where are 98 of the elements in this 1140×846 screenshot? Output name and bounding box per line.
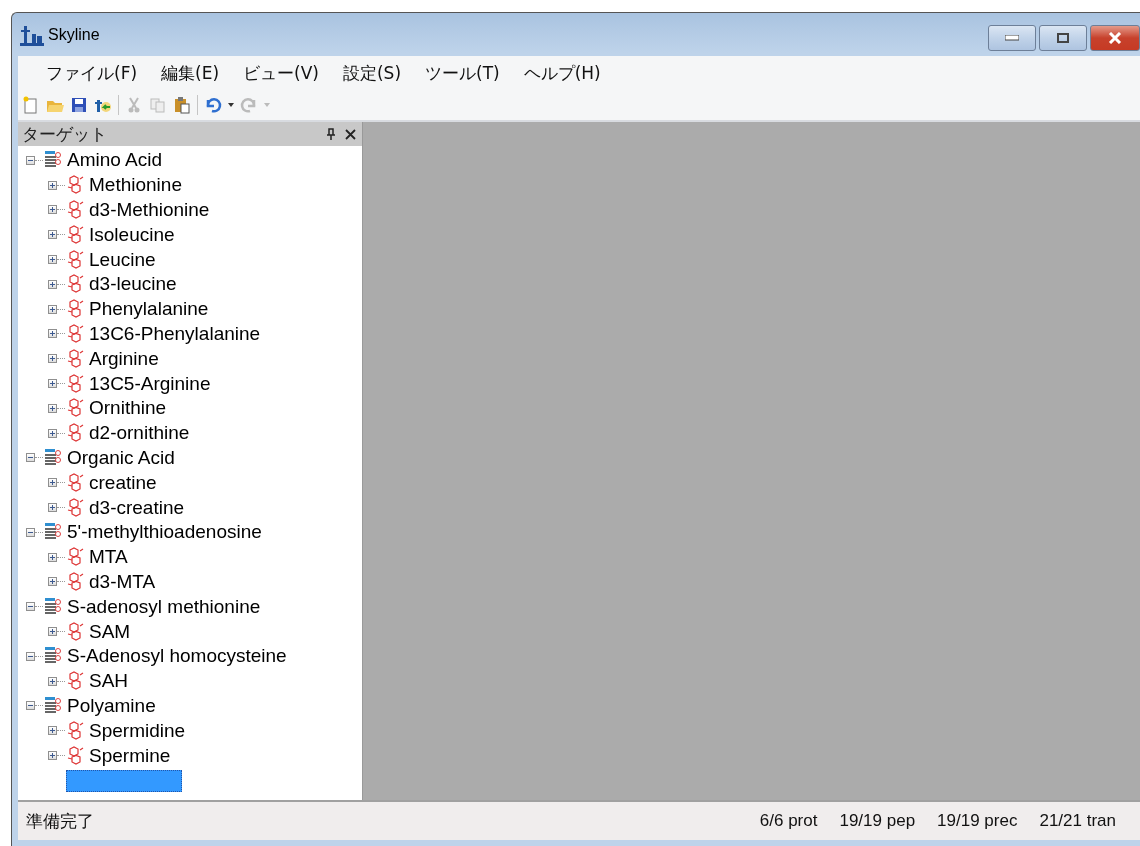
list-icon bbox=[43, 447, 63, 468]
close-icon[interactable] bbox=[345, 128, 356, 140]
expand-icon[interactable] bbox=[48, 279, 57, 289]
pane-title: ターゲット bbox=[22, 122, 107, 146]
tree-item[interactable]: S-Adenosyl homocysteine bbox=[18, 643, 362, 669]
menu-item[interactable]: 編集(E) bbox=[149, 61, 232, 85]
menu-item[interactable]: ツール(T) bbox=[413, 61, 512, 85]
close-icon bbox=[1108, 32, 1122, 44]
molecule-icon bbox=[65, 720, 85, 741]
tree-item[interactable]: MTA bbox=[18, 544, 362, 570]
collapse-icon[interactable] bbox=[26, 651, 35, 661]
expand-icon[interactable] bbox=[48, 751, 57, 760]
molecule-icon bbox=[65, 423, 85, 444]
tree-item[interactable]: Polyamine bbox=[18, 693, 362, 719]
molecule-icon bbox=[65, 472, 85, 493]
tree-item[interactable]: Spermidine bbox=[18, 718, 362, 744]
expand-icon[interactable] bbox=[48, 255, 57, 265]
tree-item[interactable]: d2-ornithine bbox=[18, 420, 362, 446]
tree-item[interactable]: 13C6-Phenylalanine bbox=[18, 321, 362, 347]
molecule-icon bbox=[65, 348, 85, 369]
molecule-icon bbox=[65, 398, 85, 419]
menu-item[interactable]: 設定(S) bbox=[330, 61, 414, 85]
tree-item[interactable]: SAM bbox=[18, 619, 362, 644]
expand-icon[interactable] bbox=[48, 676, 57, 686]
expand-icon[interactable] bbox=[48, 304, 57, 314]
new-item-field[interactable] bbox=[66, 769, 182, 792]
expand-icon[interactable] bbox=[48, 230, 57, 240]
molecule-icon bbox=[65, 373, 85, 394]
list-icon bbox=[43, 596, 63, 617]
minimize-button[interactable] bbox=[988, 25, 1036, 51]
status-message: 準備完了 bbox=[26, 810, 94, 833]
collapse-icon[interactable] bbox=[26, 155, 35, 165]
molecule-icon bbox=[65, 200, 85, 220]
tree-item[interactable]: d3-leucine bbox=[18, 272, 362, 297]
menu-item[interactable]: ファイル(F) bbox=[34, 61, 150, 85]
tree-item[interactable]: Amino Acid bbox=[18, 148, 362, 173]
tree-item[interactable]: Arginine bbox=[18, 346, 362, 372]
undo-icon[interactable] bbox=[204, 96, 222, 114]
expand-icon[interactable] bbox=[48, 379, 57, 389]
status-count: 21/21 tran bbox=[1039, 811, 1116, 831]
tree-item[interactable]: creatine bbox=[18, 470, 362, 496]
dropdown-caret-icon[interactable] bbox=[228, 103, 234, 107]
expand-icon[interactable] bbox=[48, 627, 57, 637]
molecule-icon bbox=[65, 299, 85, 320]
tree-item[interactable]: d3-creatine bbox=[18, 495, 362, 520]
tree-item[interactable]: Ornithine bbox=[18, 395, 362, 421]
expand-icon[interactable] bbox=[48, 180, 57, 190]
collapse-icon[interactable] bbox=[26, 453, 35, 463]
collapse-icon[interactable] bbox=[26, 527, 35, 537]
expand-icon[interactable] bbox=[48, 205, 57, 215]
menu-item[interactable]: ビュー(V) bbox=[231, 61, 331, 85]
tree-item[interactable]: SAH bbox=[18, 668, 362, 694]
status-count: 19/19 prec bbox=[937, 811, 1018, 831]
molecule-icon bbox=[65, 274, 85, 295]
menu-item[interactable]: ヘルプ(H) bbox=[511, 61, 613, 85]
molecule-icon bbox=[65, 621, 85, 642]
pin-icon[interactable] bbox=[327, 128, 335, 140]
status-count: 19/19 pep bbox=[839, 811, 916, 831]
molecule-icon bbox=[65, 497, 85, 518]
expand-icon[interactable] bbox=[48, 726, 57, 736]
tree-item[interactable]: d3-MTA bbox=[18, 569, 362, 595]
molecule-icon bbox=[65, 323, 85, 344]
collapse-icon[interactable] bbox=[26, 701, 35, 711]
maximize-button[interactable] bbox=[1039, 25, 1087, 51]
molecule-icon bbox=[65, 547, 85, 568]
expand-icon[interactable] bbox=[48, 354, 57, 364]
paste-icon[interactable] bbox=[173, 96, 191, 114]
close-button[interactable] bbox=[1090, 25, 1140, 51]
molecule-icon bbox=[65, 224, 85, 245]
list-icon bbox=[43, 695, 63, 716]
molecule-icon bbox=[65, 671, 85, 692]
tree-item[interactable]: 13C5-Arginine bbox=[18, 371, 362, 396]
tree-item[interactable]: Leucine bbox=[18, 247, 362, 272]
molecule-icon bbox=[65, 745, 85, 766]
save-icon[interactable] bbox=[70, 96, 88, 114]
expand-icon[interactable] bbox=[48, 577, 57, 587]
expand-icon[interactable] bbox=[48, 503, 57, 513]
tree-item[interactable]: Organic Acid bbox=[18, 445, 362, 471]
collapse-icon[interactable] bbox=[26, 602, 35, 612]
tree-item[interactable]: Methionine bbox=[18, 172, 362, 198]
molecule-icon bbox=[65, 249, 85, 270]
window-title: Skyline bbox=[48, 25, 100, 44]
expand-icon[interactable] bbox=[48, 403, 57, 413]
expand-icon[interactable] bbox=[48, 428, 57, 438]
status-count: 6/6 prot bbox=[759, 811, 818, 831]
tree-item[interactable]: Spermine bbox=[18, 743, 362, 768]
maximize-icon bbox=[1057, 33, 1069, 43]
molecule-icon bbox=[65, 571, 85, 592]
tree-item[interactable]: Isoleucine bbox=[18, 222, 362, 248]
expand-icon[interactable] bbox=[48, 329, 57, 339]
tree-item[interactable]: S-adenosyl methionine bbox=[18, 594, 362, 620]
tree-item[interactable]: d3-Methionine bbox=[18, 197, 362, 223]
minimize-icon bbox=[1005, 35, 1019, 41]
tree-item[interactable]: Phenylalanine bbox=[18, 296, 362, 322]
molecule-icon bbox=[65, 175, 85, 196]
tree-item[interactable]: 5'-methylthioadenosine bbox=[18, 519, 362, 545]
expand-icon[interactable] bbox=[48, 478, 57, 488]
expand-icon[interactable] bbox=[48, 552, 57, 562]
